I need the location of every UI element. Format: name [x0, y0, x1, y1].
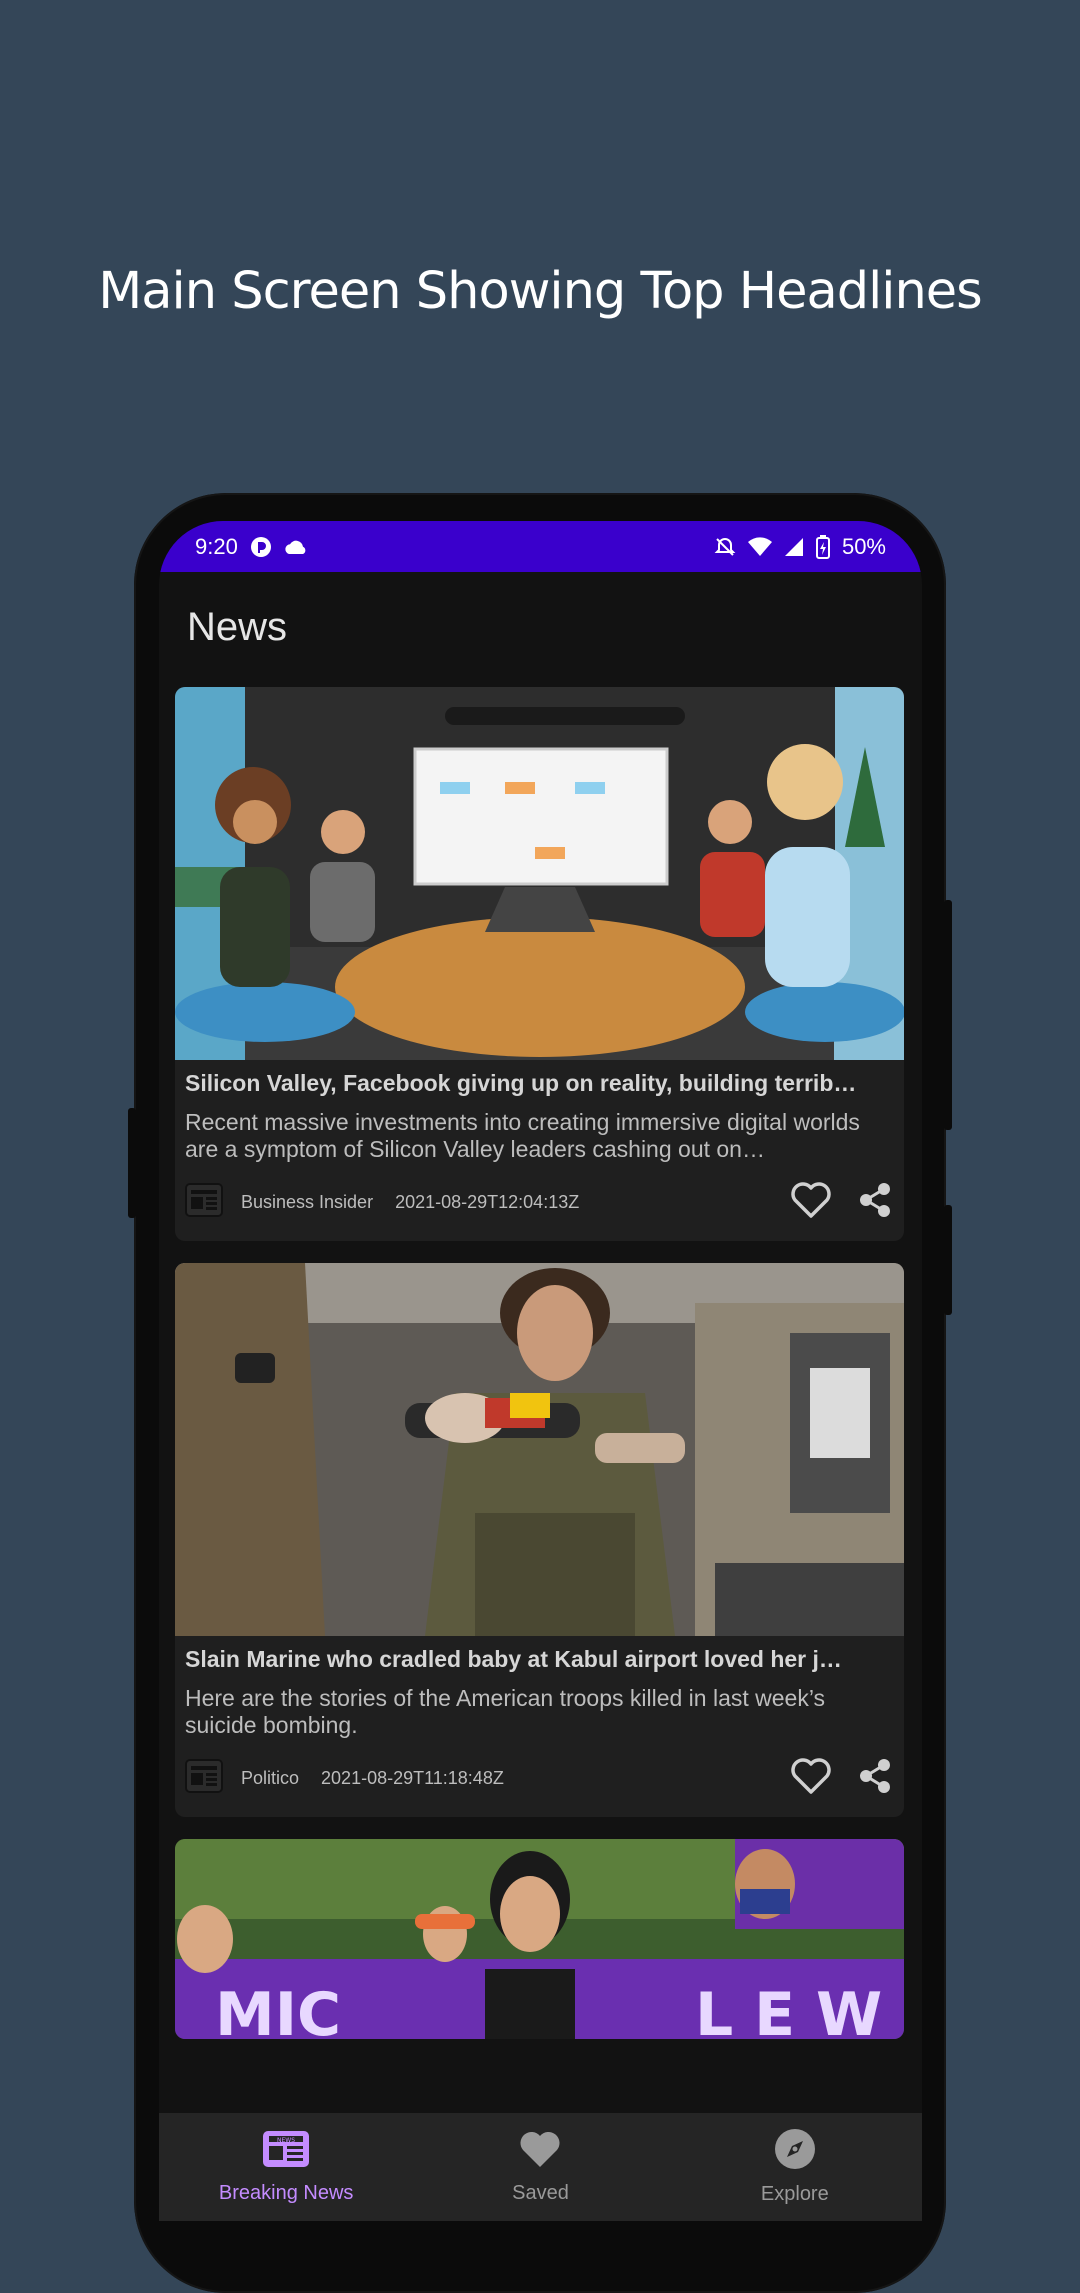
news-card[interactable]: Slain Marine who cradled baby at Kabul a… [175, 1263, 904, 1817]
app-bar: News [159, 572, 922, 682]
heart-outline-icon[interactable] [790, 1181, 832, 1224]
article-description: Here are the stories of the American tro… [185, 1685, 826, 1738]
article-meta: Politico 2021-08-29T11:18:48Z [175, 1739, 904, 1817]
bottom-navigation: NEWS Breaking News Saved Explore [159, 2113, 922, 2221]
compass-icon [774, 2128, 816, 2175]
cell-signal-icon [784, 537, 804, 557]
news-feed[interactable]: Silicon Valley, Facebook giving up on re… [175, 687, 904, 2061]
article-source: Business Insider [241, 1191, 374, 1212]
article-image [175, 1263, 904, 1636]
app-notification-icon [250, 536, 272, 558]
nav-breaking-news[interactable]: NEWS Breaking News [176, 2129, 396, 2205]
article-image: MIC L E W [175, 1839, 904, 2039]
nav-explore[interactable]: Explore [685, 2128, 905, 2206]
promo-title: Main Screen Showing Top Headlines [98, 262, 982, 321]
svg-text:NEWS: NEWS [277, 2137, 295, 2144]
article-date: 2021-08-29T11:18:48Z [321, 1767, 504, 1788]
battery-percent: 50% [841, 533, 886, 559]
newspaper-icon [185, 1758, 223, 1798]
article-meta: Business Insider 2021-08-29T12:04:13Z [175, 1163, 904, 1241]
article-source: Politico [241, 1767, 300, 1788]
news-card[interactable]: MIC L E W [175, 1839, 904, 2039]
nav-label: Saved [512, 2182, 569, 2204]
newspaper-icon: NEWS [261, 2129, 311, 2174]
article-title[interactable]: Silicon Valley, Facebook giving up on re… [175, 1060, 904, 1097]
volume-button [944, 1205, 952, 1315]
side-button [128, 1108, 136, 1218]
cloud-icon [284, 539, 308, 555]
news-card[interactable]: Silicon Valley, Facebook giving up on re… [175, 687, 904, 1241]
share-icon[interactable] [856, 1181, 894, 1224]
clock: 9:20 [195, 533, 238, 559]
svg-text:L E W: L E W [695, 1980, 882, 2039]
status-bar: 9:20 50% [159, 521, 922, 572]
newspaper-icon [185, 1182, 223, 1222]
heart-icon [518, 2129, 562, 2174]
nav-saved[interactable]: Saved [430, 2129, 650, 2205]
nav-label: Breaking News [218, 2182, 354, 2204]
app-screen: 9:20 50% News Silicon Valley, Facebook g… [159, 521, 922, 2221]
article-description: Recent massive investments into creating… [185, 1109, 860, 1162]
bell-off-icon [714, 536, 736, 558]
wifi-icon [747, 536, 772, 557]
share-icon[interactable] [856, 1757, 894, 1800]
app-title: News [187, 604, 288, 649]
svg-text:MIC: MIC [215, 1980, 341, 2039]
article-date: 2021-08-29T12:04:13Z [395, 1191, 580, 1212]
article-image [175, 687, 904, 1060]
nav-label: Explore [760, 2183, 829, 2205]
battery-icon [815, 534, 830, 559]
heart-outline-icon[interactable] [790, 1757, 832, 1800]
power-button [944, 900, 952, 1130]
article-title[interactable]: Slain Marine who cradled baby at Kabul a… [175, 1636, 904, 1673]
